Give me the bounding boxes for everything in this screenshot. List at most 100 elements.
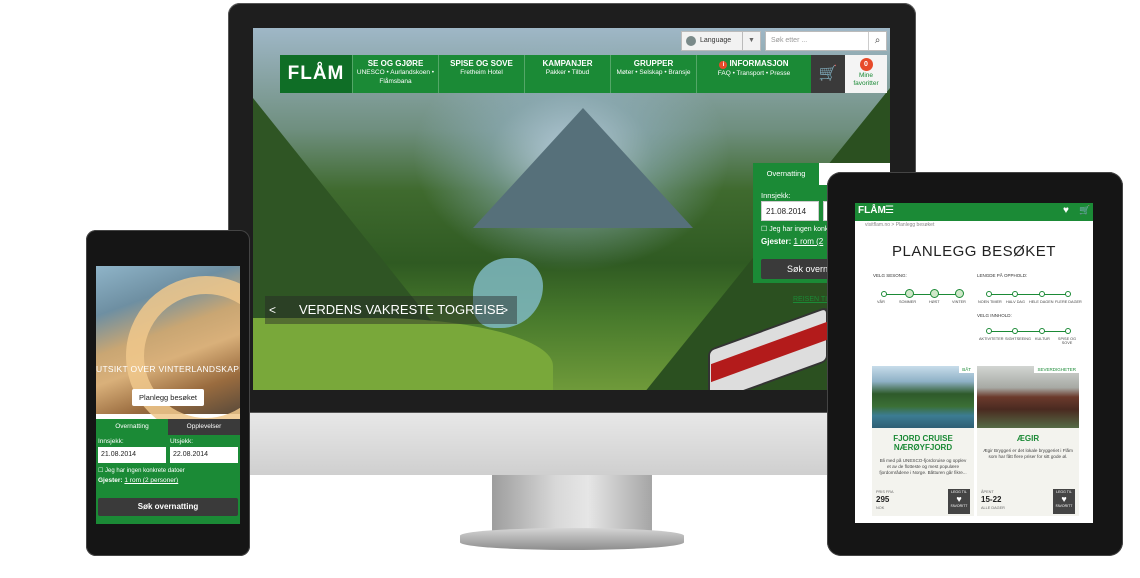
card-title-line: NÆRØYFJORD [893,443,953,452]
site-logo[interactable]: FLÅM [858,205,886,216]
content-option: AKTIVITETER [979,337,1004,341]
fav-label: FAVORITT [950,504,968,508]
content-option: SIGHTSEEING [1005,337,1031,341]
top-bar: Language ▼ Søk etter ... ⌕ [675,28,890,54]
hours-unit: ALLE DAGER [981,506,1005,510]
cart-icon[interactable]: 🛒 [1079,205,1090,216]
card-image [977,366,1079,428]
stay-dot[interactable] [1012,291,1018,297]
content-dot[interactable] [986,328,992,334]
season-option: VÅR [877,300,885,304]
monitor-screen: Language ▼ Søk etter ... ⌕ FLÅM SE OG GJ… [253,28,890,390]
search-icon[interactable]: ⌕ [868,32,886,50]
stay-option: NOEN TIMER [978,300,1002,304]
cart-icon[interactable]: 🛒 [811,55,845,93]
activity-card[interactable]: SEVERDIGHETER ÆGIR Ægir Bryggeri er det … [977,366,1079,516]
season-dot-sommer[interactable] [905,289,914,298]
heart-icon: 0 [859,58,873,71]
plan-visit-button[interactable]: Planlegg besøket [132,389,204,406]
price-value: 295 [876,495,890,504]
hero-caption: < VERDENS VAKRESTE TOGREISE > [265,296,517,324]
heart-icon[interactable]: ♥ [1063,205,1069,216]
content-dot[interactable] [1012,328,1018,334]
hours-value: 15-22 [981,495,1002,504]
season-dot-vinter[interactable] [955,289,964,298]
card-description: Ægir Bryggeri er det lokale bryggeriet i… [983,448,1073,459]
info-icon: i [719,61,728,69]
tab-overnatting[interactable]: Overnatting [753,163,819,185]
content-line [988,331,1068,332]
season-dot-var[interactable] [881,291,887,297]
tablet-navbar: FLÅM ☰ ♥ 🛒 [855,203,1093,221]
season-option: VINTER [952,300,966,304]
breadcrumb[interactable]: visitflam.no > Planlegg besøket [865,222,934,228]
no-dates-checkbox[interactable]: ☐ Jeg har ingen konkrete datoer [98,467,185,474]
guests-row: Gjester: 1 rom (2 personer) [98,477,178,484]
nav-informasjon[interactable]: i INFORMASJON FAQ • Transport • Presse [696,55,811,93]
search-placeholder: Søk etter ... [771,37,808,44]
guests-label: Gjester: [98,477,123,484]
no-dates-label: Jeg har ingen konk [769,226,829,233]
card-category-badge: SEVERDIGHETER [1034,366,1079,373]
content-label: VELG INNHOLD: [977,313,1012,318]
chevron-down-icon[interactable]: ▼ [742,32,760,50]
no-dates-checkbox[interactable]: ☐ Jeg har ingen konk [761,225,828,233]
content-option: KULTUR [1035,337,1050,341]
checkin-label: Innsjekk: [98,438,124,445]
card-category-badge: BÅT [959,366,974,373]
tablet-screen: FLÅM ☰ ♥ 🛒 visitflam.no > Planlegg besøk… [855,203,1093,523]
checkin-field[interactable]: 21.08.2014 [98,447,166,463]
activity-card[interactable]: BÅT FJORD CRUISE NÆRØYFJORD Bli med på UN… [872,366,974,516]
language-select[interactable]: Language ▼ [681,31,761,51]
favorites-button[interactable]: 0 Mine favoritter [845,55,887,93]
search-input[interactable]: Søk etter ... ⌕ [765,31,887,51]
nav-spise-og-sove[interactable]: SPISE OG SOVE Fretheim Hotel [438,55,524,93]
nav-sub: UNESCO • Aurlandskoen • [356,69,435,76]
nav-kampanjer[interactable]: KAMPANJER Pakker • Tilbud [524,55,610,93]
guests-row: Gjester: 1 rom (2 [761,237,823,246]
guests-link[interactable]: 1 rom (2 personer) [124,477,178,484]
stay-option: HELE DAGEN [1029,300,1054,304]
phone-booking-panel: Overnatting Opplevelser Innsjekk: Utsjek… [96,419,240,524]
phone-screen: UTSIKT OVER VINTERLANDSKAPET Planlegg be… [96,266,240,524]
add-favorite-button[interactable]: LEGG TIL ♥ FAVORITT [948,489,970,514]
nav-grupper[interactable]: GRUPPER Møter • Selskap • Bransje [610,55,696,93]
content-dot[interactable] [1065,328,1071,334]
stay-dot[interactable] [1039,291,1045,297]
stay-dot[interactable] [1065,291,1071,297]
nav-sub: Møter • Selskap • Bransje [616,69,691,76]
menu-icon[interactable]: ☰ [885,205,894,216]
travel-link[interactable]: REISEN TIL [793,296,831,303]
add-favorite-button[interactable]: LEGG TIL ♥ FAVORITT [1053,489,1075,514]
guests-link[interactable]: 1 rom (2 [793,237,823,246]
checkout-field[interactable]: 22.08.2014 [170,447,238,463]
tab-overnatting[interactable]: Overnatting [96,419,168,435]
heart-icon: ♥ [956,494,962,504]
site-logo[interactable]: FLÅM [280,55,352,93]
chevron-left-icon[interactable]: < [269,296,276,324]
season-dot-host[interactable] [930,289,939,298]
globe-icon [686,36,696,46]
tab-opplevelser[interactable]: Opplevelser [168,419,240,435]
card-description: Bli med på UNESCO-fjordcruise og opplev … [879,458,967,475]
monitor-stand-base [460,528,684,550]
nav-sub: Pakker • Tilbud [545,69,590,76]
guests-label: Gjester: [761,237,792,246]
stay-label: LENGDE PÅ OPPHOLD: [977,273,1028,278]
stay-dot[interactable] [986,291,992,297]
checkin-label: Innsjekk: [761,191,791,200]
nav-title: SPISE OG SOVE [450,59,513,68]
chevron-right-icon[interactable]: > [501,296,508,324]
search-accommodation-button[interactable]: Søk overnatting [98,498,238,516]
price-label: PRIS FRA [876,490,894,494]
stay-line [988,294,1068,295]
page-title: PLANLEGG BESØKET [892,243,1056,260]
content-dot[interactable] [1039,328,1045,334]
hours-label: ÅPENT [981,490,994,494]
fav-label: FAVORITT [1055,504,1073,508]
card-title: FJORD CRUISE NÆRØYFJORD [872,434,974,452]
nav-sub: FAQ • Transport • Presse [717,70,791,77]
nav-se-og-gjore[interactable]: SE OG GJØRE UNESCO • Aurlandskoen • Flåm… [352,55,438,93]
checkin-field[interactable]: 21.08.2014 [761,201,819,221]
stay-option: FLERE DAGER [1055,300,1082,304]
